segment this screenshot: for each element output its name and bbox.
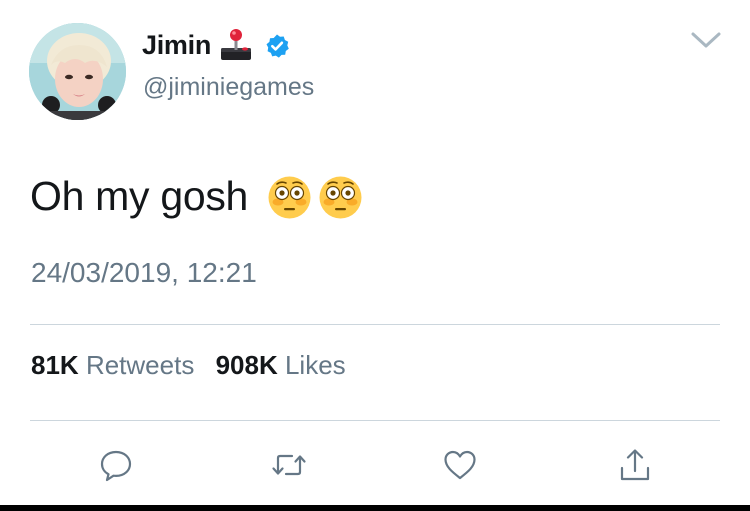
retweets-label: Retweets	[85, 350, 195, 380]
joystick-emoji-icon	[221, 29, 251, 60]
flushed-face-emoji-icon	[268, 176, 311, 219]
avatar[interactable]	[29, 23, 126, 120]
tweet-card: Jimin @jiminiegames Oh my gosh 24/03/201…	[0, 0, 750, 511]
user-handle[interactable]: @jiminiegames	[143, 73, 314, 102]
likes-count: 908K	[215, 350, 278, 380]
display-name[interactable]: Jimin	[142, 30, 211, 61]
flushed-face-emoji-icon	[319, 176, 362, 219]
divider	[30, 324, 720, 325]
heart-icon[interactable]	[441, 446, 479, 484]
retweets-count: 81K	[31, 350, 79, 380]
likes-stat[interactable]: 908K Likes	[216, 350, 360, 380]
avatar-image	[29, 23, 126, 120]
tweet-timestamp[interactable]: 24/03/2019, 12:21	[31, 257, 257, 289]
engagement-stats: 81K Retweets 908K Likes	[31, 350, 360, 381]
chevron-down-icon[interactable]	[690, 29, 722, 51]
bottom-edge	[0, 505, 750, 511]
retweet-icon[interactable]	[270, 446, 308, 484]
retweets-stat[interactable]: 81K Retweets	[31, 350, 208, 380]
share-icon[interactable]	[616, 446, 654, 484]
tweet-text: Oh my gosh	[30, 173, 249, 219]
likes-label: Likes	[284, 350, 346, 380]
divider	[30, 420, 720, 421]
verified-badge-icon	[266, 34, 289, 58]
reply-icon[interactable]	[97, 446, 135, 484]
